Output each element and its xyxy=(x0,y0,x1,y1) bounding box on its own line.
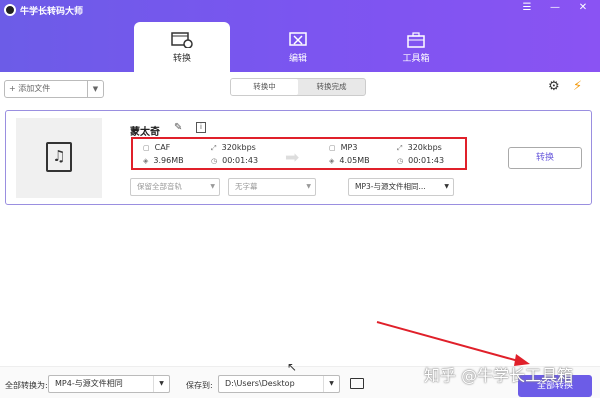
annotation-arrow xyxy=(376,321,530,366)
mouse-cursor-icon: ↖ xyxy=(287,360,298,374)
